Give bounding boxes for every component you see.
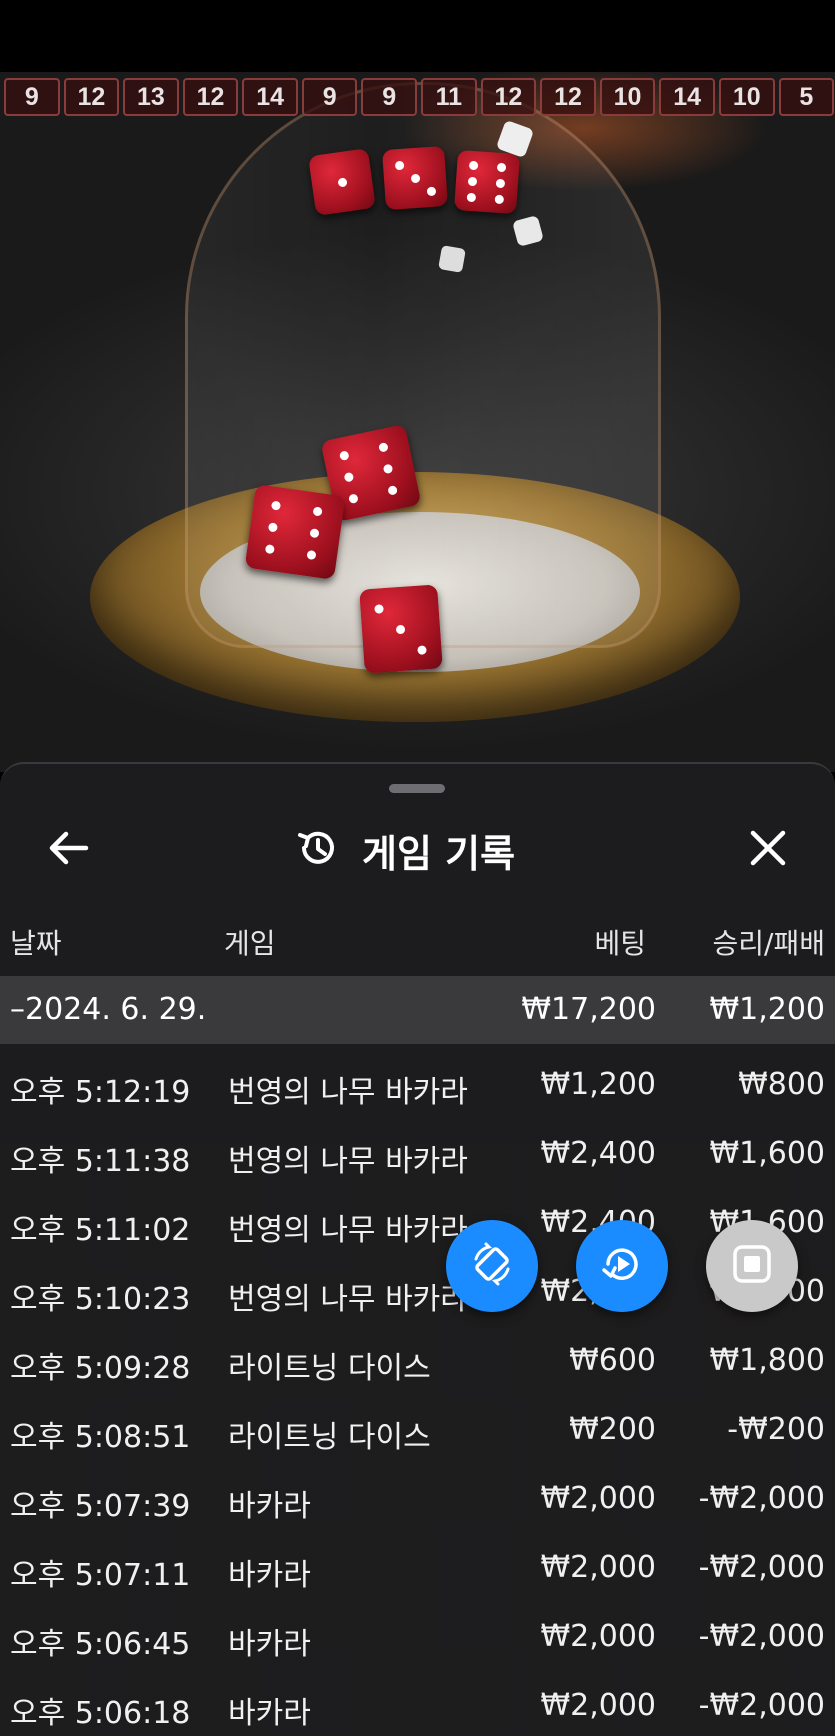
result-value: 12 bbox=[540, 78, 596, 116]
result-value: 12 bbox=[182, 78, 239, 116]
row-game: 바카라 bbox=[228, 1558, 311, 1593]
row-bet: ₩1,200 bbox=[540, 1067, 656, 1102]
row-bet: ₩2,000 bbox=[540, 1688, 656, 1723]
row-bet: ₩2,400 bbox=[540, 1136, 656, 1171]
history-row[interactable]: 오후 5:12:19 번영의 나무 바카라 ₩1,200 ₩800 bbox=[0, 1050, 835, 1119]
rotate-screen-icon bbox=[469, 1241, 515, 1291]
rotate-screen-button[interactable] bbox=[446, 1220, 538, 1312]
sheet-title: 게임 기록 bbox=[362, 831, 516, 876]
result-value: 10 bbox=[599, 78, 656, 116]
row-result: ₩800 bbox=[738, 1067, 825, 1102]
row-bet: ₩2,000 bbox=[540, 1481, 656, 1516]
row-game: 바카라 bbox=[228, 1489, 311, 1524]
result-value: 11 bbox=[421, 78, 477, 116]
history-row[interactable]: 오후 5:11:38 번영의 나무 바카라 ₩2,400 ₩1,600 bbox=[0, 1119, 835, 1188]
back-button[interactable] bbox=[40, 826, 96, 874]
result-value: 9 bbox=[361, 78, 418, 116]
row-result: -₩2,000 bbox=[698, 1481, 825, 1516]
row-time: 오후 5:07:11 bbox=[10, 1558, 191, 1593]
row-time: 오후 5:07:39 bbox=[10, 1489, 191, 1524]
close-icon bbox=[749, 829, 787, 871]
row-game: 번영의 나무 바카라 bbox=[228, 1213, 468, 1248]
row-time: 오후 5:08:51 bbox=[10, 1420, 191, 1455]
sheet-header: 게임 기록 bbox=[0, 804, 835, 894]
date-group-result-total: ₩1,200 bbox=[709, 992, 825, 1027]
status-bar bbox=[0, 0, 835, 72]
row-result: ₩1,800 bbox=[709, 1343, 825, 1378]
row-result: -₩2,000 bbox=[698, 1688, 825, 1723]
result-value: 12 bbox=[480, 78, 537, 116]
result-value: 5 bbox=[778, 78, 835, 116]
column-header-result: 승리/패배 bbox=[712, 927, 825, 960]
row-result: -₩2,000 bbox=[698, 1550, 825, 1585]
live-game-video bbox=[0, 72, 835, 772]
row-bet: ₩2,000 bbox=[540, 1550, 656, 1585]
replay-icon bbox=[599, 1241, 645, 1291]
result-die bbox=[308, 148, 376, 216]
row-result: ₩1,600 bbox=[709, 1136, 825, 1171]
date-group-bet-total: ₩17,200 bbox=[521, 992, 656, 1027]
replay-button[interactable] bbox=[576, 1220, 668, 1312]
history-row[interactable]: 오후 5:07:39 바카라 ₩2,000 -₩2,000 bbox=[0, 1464, 835, 1533]
row-time: 오후 5:12:19 bbox=[10, 1075, 191, 1110]
row-game: 바카라 bbox=[228, 1627, 311, 1662]
history-row[interactable]: 오후 5:09:28 라이트닝 다이스 ₩600 ₩1,800 bbox=[0, 1326, 835, 1395]
platform-die bbox=[359, 584, 443, 674]
stop-icon bbox=[730, 1242, 774, 1290]
row-time: 오후 5:06:45 bbox=[10, 1627, 191, 1662]
history-row[interactable]: 오후 5:07:11 바카라 ₩2,000 -₩2,000 bbox=[0, 1533, 835, 1602]
row-game: 라이트닝 다이스 bbox=[228, 1420, 431, 1455]
date-group-row[interactable]: –2024. 6. 29. ₩17,200 ₩1,200 bbox=[0, 976, 835, 1044]
history-row[interactable]: 오후 5:06:18 바카라 ₩2,000 -₩2,000 bbox=[0, 1671, 835, 1736]
row-time: 오후 5:10:23 bbox=[10, 1282, 191, 1317]
row-time: 오후 5:09:28 bbox=[10, 1351, 191, 1386]
arrow-left-icon bbox=[46, 830, 90, 870]
row-bet: ₩200 bbox=[569, 1412, 656, 1447]
date-group-label: –2024. 6. 29. bbox=[10, 992, 207, 1027]
result-die bbox=[381, 145, 449, 211]
result-value: 10 bbox=[718, 78, 775, 116]
result-value: 14 bbox=[659, 78, 715, 116]
row-game: 라이트닝 다이스 bbox=[228, 1351, 431, 1386]
row-game: 바카라 bbox=[228, 1696, 311, 1731]
stop-button[interactable] bbox=[706, 1220, 798, 1312]
drag-handle[interactable] bbox=[389, 784, 445, 793]
history-row[interactable]: 오후 5:06:45 바카라 ₩2,000 -₩2,000 bbox=[0, 1602, 835, 1671]
row-result: -₩200 bbox=[727, 1412, 825, 1447]
row-bet: ₩2,000 bbox=[540, 1619, 656, 1654]
history-row[interactable]: 오후 5:08:51 라이트닝 다이스 ₩200 -₩200 bbox=[0, 1395, 835, 1464]
sheet-title-group: 게임 기록 bbox=[294, 822, 515, 878]
row-game: 번영의 나무 바카라 bbox=[228, 1144, 468, 1179]
row-time: 오후 5:11:38 bbox=[10, 1144, 191, 1179]
history-icon bbox=[294, 825, 340, 875]
white-die bbox=[438, 245, 466, 273]
row-bet: ₩600 bbox=[569, 1343, 656, 1378]
history-list: 오후 5:12:19 번영의 나무 바카라 ₩1,200 ₩800 오후 5:1… bbox=[0, 1050, 835, 1736]
recent-results-strip: 9 12 13 12 14 9 9 11 12 12 10 14 10 5 bbox=[4, 78, 835, 118]
result-die bbox=[453, 149, 521, 215]
column-header-date: 날짜 bbox=[10, 927, 62, 960]
column-header-bet: 베팅 bbox=[594, 927, 646, 960]
result-value: 9 bbox=[4, 78, 60, 116]
result-value: 12 bbox=[63, 78, 120, 116]
close-button[interactable] bbox=[742, 824, 794, 876]
column-header-game: 게임 bbox=[224, 927, 276, 960]
result-value: 9 bbox=[301, 78, 358, 116]
row-time: 오후 5:11:02 bbox=[10, 1213, 191, 1248]
platform-die bbox=[244, 484, 346, 580]
result-value: 13 bbox=[123, 78, 179, 116]
row-game: 번영의 나무 바카라 bbox=[228, 1075, 468, 1110]
row-result: -₩2,000 bbox=[698, 1619, 825, 1654]
row-time: 오후 5:06:18 bbox=[10, 1696, 191, 1731]
row-game: 번영의 나무 바카라 bbox=[228, 1282, 468, 1317]
result-value: 14 bbox=[242, 78, 298, 116]
